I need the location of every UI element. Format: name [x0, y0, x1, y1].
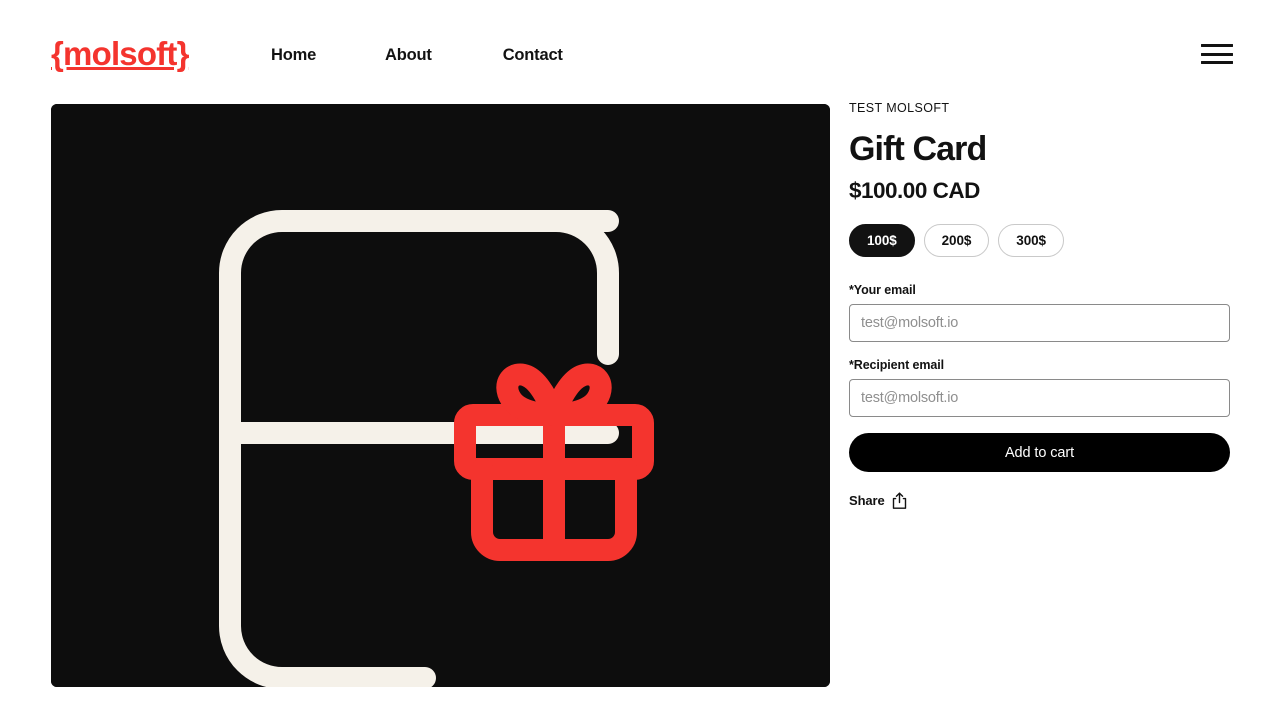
primary-navigation: Home About Contact: [271, 43, 563, 67]
recipient-email-field-group: *Recipient email: [849, 357, 1230, 417]
hamburger-bar-3: [1201, 61, 1233, 64]
variant-picker: 100$ 200$ 300$: [849, 224, 1230, 257]
nav-link-about[interactable]: About: [385, 43, 432, 67]
variant-option-200[interactable]: 200$: [923, 224, 990, 257]
hamburger-bar-1: [1201, 44, 1233, 47]
gift-card-illustration: [51, 104, 830, 687]
share-button[interactable]: Share: [849, 492, 907, 510]
your-email-field-group: *Your email: [849, 282, 1230, 342]
recipient-email-input[interactable]: [849, 379, 1230, 417]
nav-link-home[interactable]: Home: [271, 43, 316, 67]
site-header: {molsoft} Home About Contact: [0, 0, 1280, 104]
gallery-background: [51, 104, 830, 687]
share-icon: [892, 492, 906, 509]
your-email-label: *Your email: [849, 283, 916, 297]
product-price: $100.00 CAD: [849, 178, 980, 203]
add-to-cart-button[interactable]: Add to cart: [849, 433, 1230, 472]
site-logo[interactable]: {molsoft}: [51, 34, 189, 74]
share-label: Share: [849, 493, 885, 508]
variant-option-100[interactable]: 100$: [849, 224, 915, 257]
recipient-email-label: *Recipient email: [849, 358, 944, 372]
hamburger-menu-icon[interactable]: [1201, 42, 1233, 66]
product-image-gallery[interactable]: [51, 104, 830, 687]
your-email-input[interactable]: [849, 304, 1230, 342]
product-info: TEST MOLSOFT Gift Card $100.00 CAD 100$ …: [849, 100, 1230, 510]
product-vendor: TEST MOLSOFT: [849, 101, 950, 115]
hamburger-bar-2: [1201, 52, 1233, 56]
variant-option-300[interactable]: 300$: [998, 224, 1064, 257]
nav-link-contact[interactable]: Contact: [503, 43, 563, 67]
product-page: {molsoft} Home About Contact TEST MOLSOF…: [0, 0, 1280, 720]
product-title: Gift Card: [849, 130, 987, 168]
